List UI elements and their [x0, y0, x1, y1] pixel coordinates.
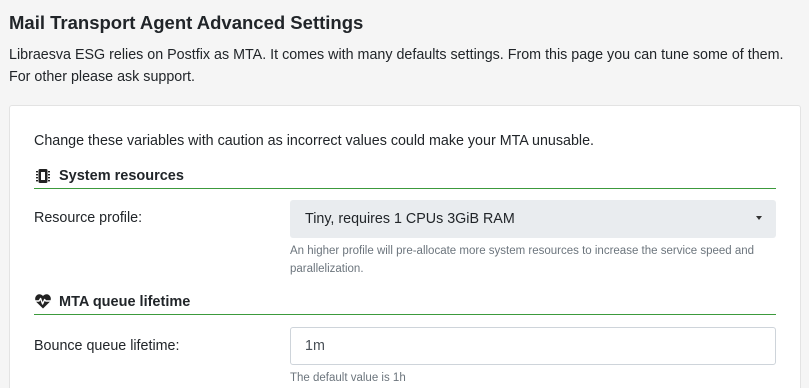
resource-profile-label: Resource profile: [34, 210, 143, 226]
bounce-queue-help: The default value is 1h [290, 372, 406, 384]
page: Mail Transport Agent Advanced Settings L… [0, 0, 809, 388]
chevron-down-icon [756, 216, 762, 220]
section-queue-lifetime: MTA queue lifetime [34, 289, 776, 315]
page-title: Mail Transport Agent Advanced Settings [9, 12, 364, 33]
section-title-queue-lifetime: MTA queue lifetime [59, 293, 191, 310]
resource-profile-select[interactable]: Tiny, requires 1 CPUs 3GiB RAM [290, 200, 776, 238]
resource-profile-help: An higher profile will pre-allocate more… [290, 245, 755, 275]
page-description: Libraesva ESG relies on Postfix as MTA. … [9, 47, 784, 85]
heartbeat-icon [34, 293, 52, 311]
section-system-resources: System resources [34, 163, 776, 189]
bounce-queue-input[interactable] [290, 327, 776, 365]
section-title-system-resources: System resources [59, 167, 184, 184]
caution-text: Change these variables with caution as i… [34, 133, 594, 149]
settings-card: Change these variables with caution as i… [9, 105, 801, 388]
chip-icon [34, 167, 52, 185]
bounce-queue-label: Bounce queue lifetime: [34, 338, 180, 354]
resource-profile-value: Tiny, requires 1 CPUs 3GiB RAM [305, 211, 515, 227]
